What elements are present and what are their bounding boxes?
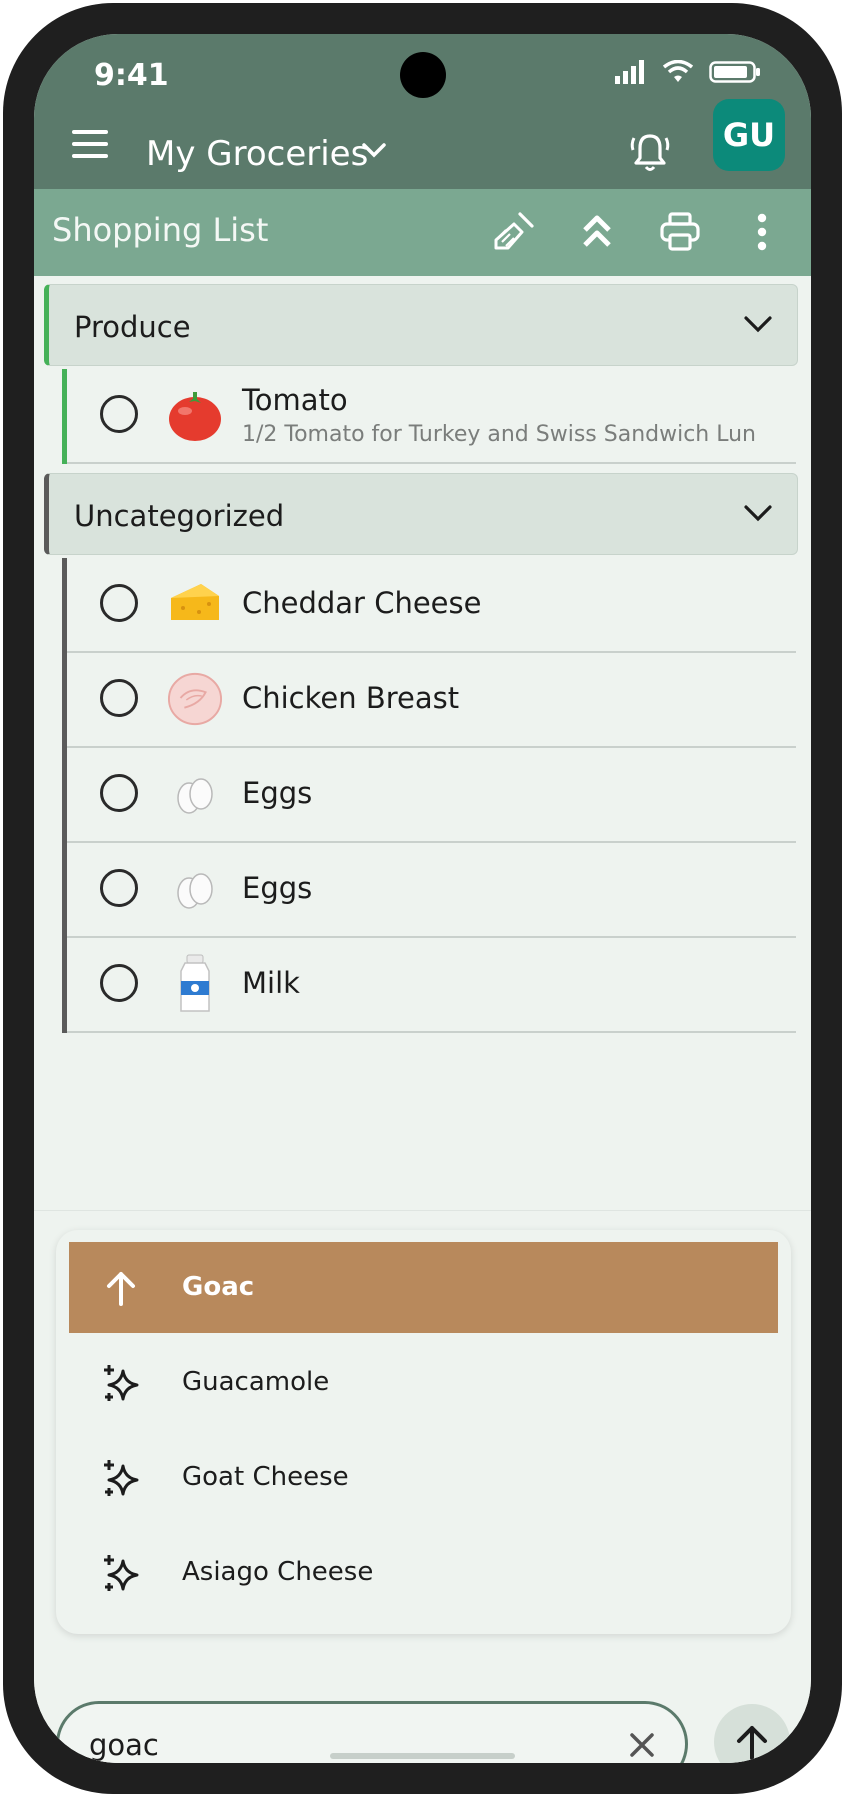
home-indicator <box>330 1753 515 1759</box>
item-name: Eggs <box>242 776 313 810</box>
item-checkbox[interactable] <box>100 584 138 622</box>
app-bar: 9:41 My Groceries GU <box>34 34 811 189</box>
list-item[interactable]: Milk <box>67 938 796 1033</box>
produce-items: Tomato 1/2 Tomato for Turkey and Swiss S… <box>62 369 796 464</box>
chicken-icon <box>167 671 223 727</box>
eggs-icon <box>167 766 223 822</box>
list-toolbar: Shopping List <box>34 189 811 276</box>
suggestion-item[interactable]: Goac <box>69 1242 778 1333</box>
category-header-uncategorized[interactable]: Uncategorized <box>44 473 798 555</box>
status-icons <box>615 60 761 84</box>
suggestion-label: Guacamole <box>182 1367 330 1397</box>
sparkle-icon <box>104 1555 139 1591</box>
sparkle-icon <box>104 1365 139 1401</box>
item-checkbox[interactable] <box>100 395 138 433</box>
uncategorized-items: Cheddar Cheese Chicken Breast Eggs Eggs … <box>62 558 796 1033</box>
cheese-icon <box>167 576 223 632</box>
arrow-up-icon <box>107 1272 135 1306</box>
suggestion-label: Goac <box>182 1272 255 1302</box>
item-note: 1/2 Tomato for Turkey and Swiss Sandwich… <box>242 422 757 447</box>
category-label: Uncategorized <box>74 499 285 533</box>
more-options-icon[interactable] <box>739 209 785 255</box>
item-name: Cheddar Cheese <box>242 586 482 620</box>
list-item[interactable]: Eggs <box>67 843 796 938</box>
print-icon[interactable] <box>657 209 703 255</box>
collapse-all-icon[interactable] <box>574 209 620 255</box>
arrow-up-icon <box>737 1726 767 1760</box>
chevron-down-icon[interactable] <box>361 142 387 160</box>
list-item[interactable]: Cheddar Cheese <box>67 558 796 653</box>
suggestions-panel: Goac Guacamole Goat Cheese Asiago Cheese <box>56 1230 791 1634</box>
suggestion-label: Goat Cheese <box>182 1462 349 1492</box>
suggestion-item[interactable]: Goat Cheese <box>69 1432 778 1523</box>
item-checkbox[interactable] <box>100 774 138 812</box>
notification-bell-icon[interactable] <box>628 130 672 174</box>
chevron-down-icon[interactable] <box>743 502 773 524</box>
list-selector[interactable]: My Groceries <box>146 134 368 174</box>
suggestion-label: Asiago Cheese <box>182 1557 374 1587</box>
item-name: Tomato <box>242 383 348 417</box>
tomato-icon <box>167 387 223 443</box>
eggs-icon <box>167 861 223 917</box>
page-title: Shopping List <box>52 211 269 249</box>
item-name: Milk <box>242 966 300 1000</box>
item-checkbox[interactable] <box>100 964 138 1002</box>
list-item[interactable]: Chicken Breast <box>67 653 796 748</box>
item-checkbox[interactable] <box>100 869 138 907</box>
broom-icon[interactable] <box>491 209 537 255</box>
app-screen: 9:41 My Groceries GU Shopping List Produ… <box>34 34 811 1763</box>
category-label: Produce <box>74 310 191 344</box>
suggestion-item[interactable]: Asiago Cheese <box>69 1527 778 1618</box>
avatar[interactable]: GU <box>713 99 785 171</box>
camera-cutout <box>400 52 446 98</box>
clear-icon[interactable] <box>625 1728 659 1762</box>
list-item[interactable]: Eggs <box>67 748 796 843</box>
suggestion-item[interactable]: Guacamole <box>69 1337 778 1428</box>
add-item-button[interactable] <box>714 1704 790 1763</box>
status-time: 9:41 <box>94 58 169 93</box>
item-checkbox[interactable] <box>100 679 138 717</box>
wifi-icon <box>663 60 693 82</box>
chevron-down-icon[interactable] <box>743 313 773 335</box>
item-name: Chicken Breast <box>242 681 460 715</box>
signal-icon <box>615 60 644 84</box>
menu-icon[interactable] <box>72 130 108 160</box>
list-item[interactable]: Tomato 1/2 Tomato for Turkey and Swiss S… <box>67 369 796 464</box>
battery-icon <box>709 61 760 83</box>
item-name: Eggs <box>242 871 313 905</box>
milk-icon <box>167 954 223 1012</box>
add-item-sheet: Goac Guacamole Goat Cheese Asiago Cheese… <box>34 1210 811 1763</box>
sparkle-icon <box>104 1460 139 1496</box>
phone-device: 9:41 My Groceries GU Shopping List Produ… <box>0 0 845 1797</box>
category-header-produce[interactable]: Produce <box>44 284 798 366</box>
